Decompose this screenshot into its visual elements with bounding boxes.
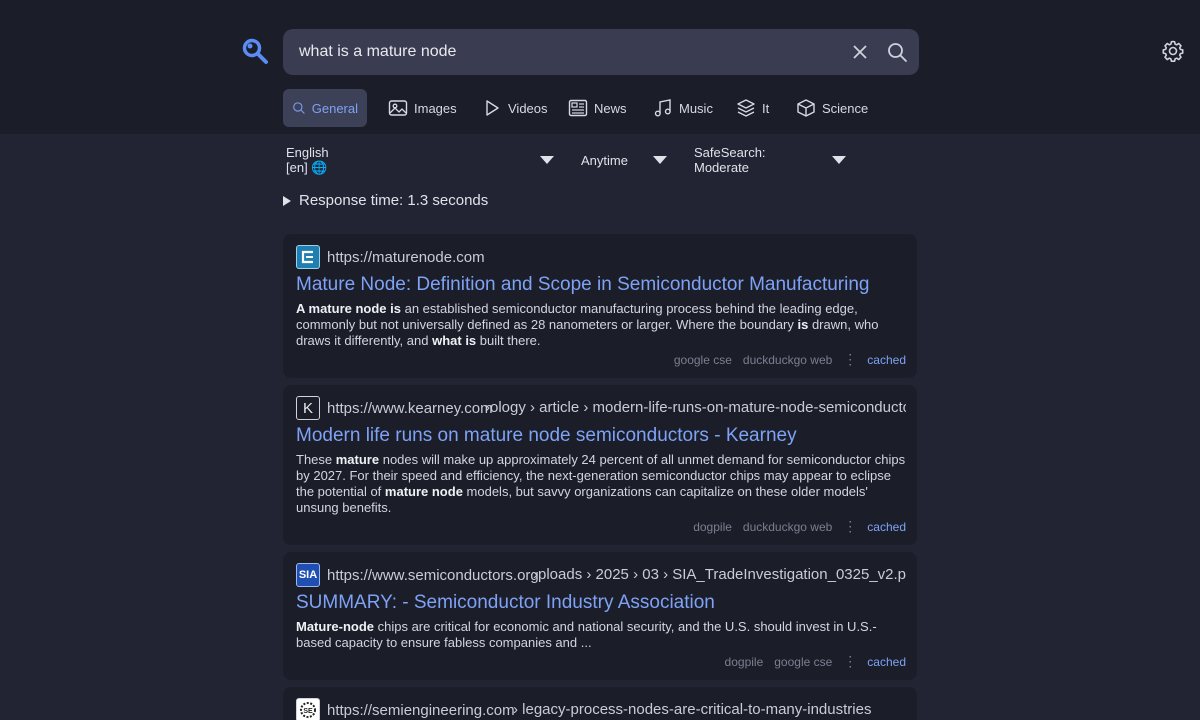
search-logo-icon[interactable] <box>241 37 269 65</box>
engine-label: google cse <box>673 352 732 367</box>
newspaper-icon <box>568 99 588 117</box>
result-breadcrumb: ›ploads › 2025 › 03 › SIA_TradeInvestiga… <box>533 566 906 583</box>
tab-science[interactable]: Science <box>787 89 877 127</box>
clear-icon[interactable] <box>850 42 870 62</box>
engine-label: dogpile <box>693 519 732 534</box>
search-submit-icon[interactable] <box>886 41 908 63</box>
result-meta: dogpile google cse ⋮ cached <box>725 653 906 670</box>
tab-music[interactable]: Music <box>644 89 722 127</box>
result-url[interactable]: SIA https://www.semiconductors.org <box>296 563 539 587</box>
search-box: what is a mature node <box>283 29 919 75</box>
result-card: K https://www.kearney.com ›ology › artic… <box>283 385 917 545</box>
layers-icon <box>737 99 755 117</box>
engine-label: dogpile <box>724 654 764 669</box>
snippet-text: built there. <box>476 333 541 348</box>
music-icon <box>654 99 671 117</box>
result-url-text: https://www.semiconductors.org <box>327 566 539 584</box>
tab-label: Science <box>822 100 869 116</box>
tab-label: Music <box>679 100 713 116</box>
snippet-highlight: A mature node is <box>296 301 401 316</box>
snippet-highlight: mature node <box>384 484 463 499</box>
result-meta: google cse duckduckgo web ⋮ cached <box>674 351 906 368</box>
snippet-highlight: mature <box>335 452 380 467</box>
result-url-text: https://semiengineering.com <box>327 701 515 719</box>
result-snippet: A mature node is an established semicond… <box>296 301 908 349</box>
cached-link[interactable]: cached <box>867 353 906 367</box>
result-title[interactable]: Modern life runs on mature node semicond… <box>296 425 797 447</box>
more-vertical-icon[interactable]: ⋮ <box>843 518 857 535</box>
tab-label: News <box>594 100 627 116</box>
cube-icon <box>797 99 815 117</box>
result-breadcrumb: › legacy-process-nodes-are-critical-to-m… <box>513 701 872 718</box>
tab-videos[interactable]: Videos <box>473 89 557 127</box>
result-meta: dogpile duckduckgo web ⋮ cached <box>693 518 906 535</box>
engine-label: duckduckgo web <box>742 352 833 367</box>
triangle-right-icon <box>283 195 291 206</box>
result-title[interactable]: SUMMARY: - Semiconductor Industry Associ… <box>296 592 715 614</box>
chevron-down-icon[interactable] <box>653 156 667 164</box>
search-icon <box>293 102 305 114</box>
safesearch-value: SafeSearch: Moderate <box>694 145 766 175</box>
result-snippet: Mature-node chips are critical for econo… <box>296 619 908 651</box>
more-vertical-icon[interactable]: ⋮ <box>843 351 857 368</box>
result-card: https://maturenode.com Mature Node: Defi… <box>283 234 917 378</box>
time-value: Anytime <box>581 152 628 168</box>
favicon-icon: SE <box>296 698 320 720</box>
favicon-icon: SIA <box>296 563 320 587</box>
search-input[interactable]: what is a mature node <box>299 43 456 61</box>
engine-label: google cse <box>774 654 833 669</box>
result-url[interactable]: K https://www.kearney.com <box>296 396 493 420</box>
snippet-highlight: Mature-node <box>296 619 374 634</box>
result-card: SIA https://www.semiconductors.org ›ploa… <box>283 552 917 680</box>
time-select[interactable]: Anytime <box>581 147 628 173</box>
more-vertical-icon[interactable]: ⋮ <box>843 653 857 670</box>
response-time-toggle[interactable]: Response time: 1.3 seconds <box>283 192 488 209</box>
language-value: English [en] 🌐 <box>286 144 329 175</box>
favicon-icon: K <box>296 396 320 420</box>
tab-label: Images <box>414 100 457 116</box>
play-icon <box>486 100 499 116</box>
language-select[interactable]: English [en] 🌐 <box>286 144 329 175</box>
result-snippet: These mature nodes will make up approxim… <box>296 452 908 516</box>
chevron-down-icon[interactable] <box>832 156 846 164</box>
image-icon <box>388 100 408 116</box>
snippet-highlight: is <box>797 317 809 332</box>
tab-general[interactable]: General <box>283 89 367 127</box>
safesearch-select[interactable]: SafeSearch: Moderate <box>694 145 766 175</box>
snippet-text: These <box>296 452 336 467</box>
result-breadcrumb: ›ology › article › modern-life-runs-on-m… <box>485 399 906 416</box>
tab-label: It <box>762 100 770 116</box>
svg-text:SE: SE <box>303 708 313 715</box>
tab-label: General <box>311 100 358 116</box>
result-url[interactable]: SE https://semiengineering.com <box>296 698 515 720</box>
engine-label: duckduckgo web <box>742 519 833 534</box>
tab-news[interactable]: News <box>559 89 636 127</box>
cached-link[interactable]: cached <box>867 655 906 669</box>
result-url-text: https://www.kearney.com <box>327 399 493 417</box>
result-card: SE https://semiengineering.com › legacy-… <box>283 687 917 720</box>
cached-link[interactable]: cached <box>867 520 906 534</box>
gear-icon[interactable] <box>1161 39 1185 63</box>
response-time-text: Response time: 1.3 seconds <box>299 192 489 209</box>
tab-it[interactable]: It <box>727 89 778 127</box>
chevron-down-icon[interactable] <box>540 156 554 164</box>
result-url-text: https://maturenode.com <box>327 248 485 266</box>
favicon-icon <box>296 245 320 269</box>
snippet-text: chips are critical for economic and nati… <box>296 619 877 650</box>
result-title[interactable]: Mature Node: Definition and Scope in Sem… <box>296 274 870 296</box>
snippet-highlight: what is <box>432 333 477 348</box>
tab-label: Videos <box>508 100 548 116</box>
result-url[interactable]: https://maturenode.com <box>296 245 485 269</box>
tab-images[interactable]: Images <box>379 89 466 127</box>
